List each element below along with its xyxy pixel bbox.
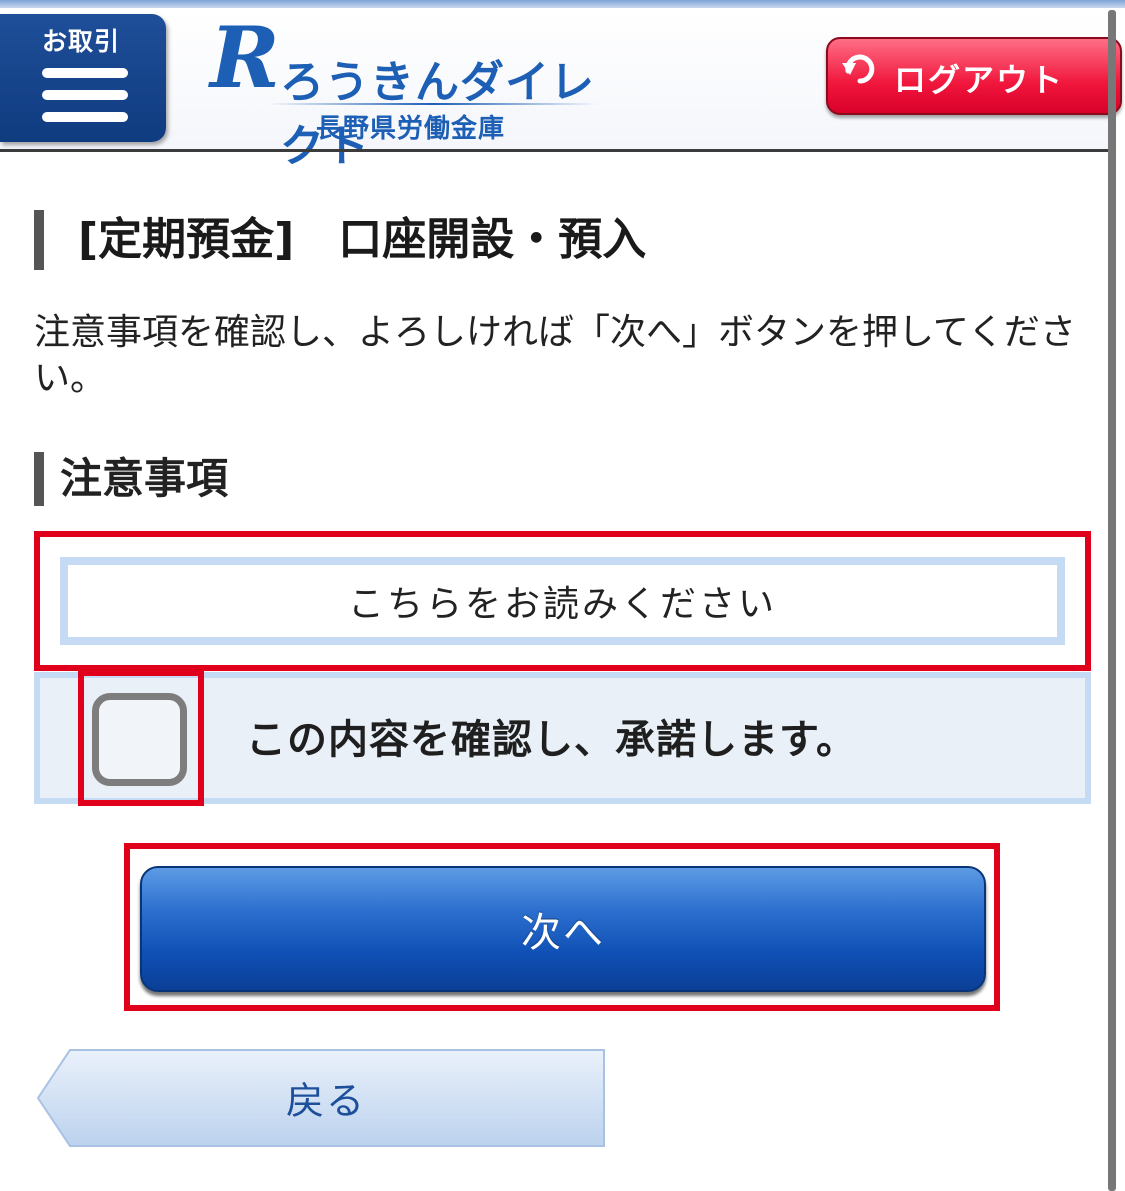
instruction-text: 注意事項を確認し、よろしければ「次へ」ボタンを押してください。 — [34, 312, 1076, 399]
read-notice-button[interactable]: こちらをお読みください — [60, 557, 1065, 645]
back-button-label: 戻る — [286, 1079, 367, 1123]
transaction-menu-button[interactable]: お取引 — [0, 14, 166, 142]
next-button[interactable]: 次へ — [140, 866, 986, 992]
next-button-label: 次へ — [521, 910, 605, 956]
page-title: [定期預金] 口座開設・預入 — [78, 214, 647, 265]
vertical-scrollbar[interactable] — [1108, 10, 1116, 1191]
menu-button-label: お取引 — [42, 27, 121, 56]
agree-label[interactable]: この内容を確認し、承諾します。 — [246, 712, 857, 768]
logout-button[interactable]: ログアウト — [826, 37, 1122, 115]
top-accent-line — [0, 0, 1125, 8]
back-button[interactable]: 戻る — [36, 1048, 606, 1148]
rokin-direct-logo: R ろうきんダイレクト 長野県労働金庫 — [206, 8, 626, 172]
app-header: お取引 R ろうきんダイレクト 長野県労働金庫 ログアウト — [0, 8, 1122, 172]
read-notice-label: こちらをお読みください — [347, 584, 777, 625]
header-divider — [0, 149, 1110, 152]
logo-bank-name: 長野県労働金庫 — [316, 114, 506, 144]
agree-checkbox[interactable] — [92, 693, 187, 786]
section-title-notes: 注意事項 — [60, 454, 229, 503]
logout-arrow-icon — [842, 54, 875, 84]
section-accent-bar — [34, 452, 44, 506]
title-accent-bar — [34, 210, 44, 270]
logo-mark: R — [210, 8, 280, 107]
read-notice-highlight: こちらをお読みください — [34, 531, 1091, 671]
logo-divider — [268, 103, 598, 105]
logout-label: ログアウト — [894, 61, 1065, 99]
